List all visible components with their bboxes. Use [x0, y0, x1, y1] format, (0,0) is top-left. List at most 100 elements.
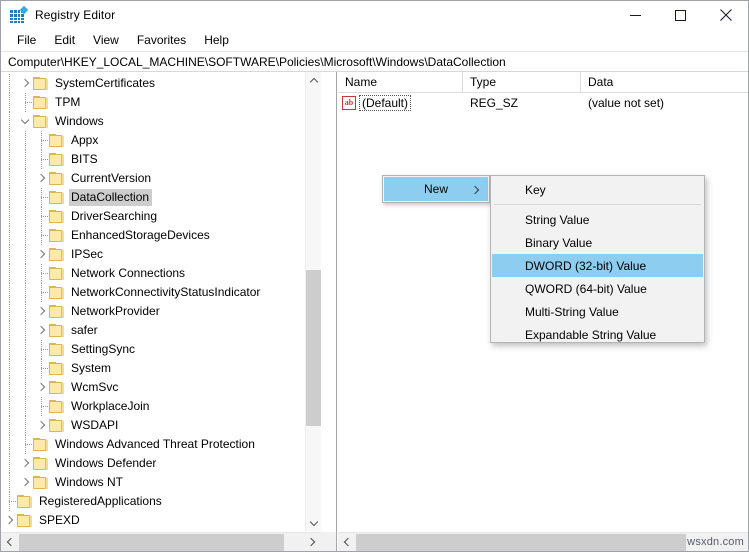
tree-expander[interactable] [1, 511, 17, 530]
tree-expander[interactable] [33, 378, 49, 397]
folder-icon [49, 191, 64, 204]
column-header-name[interactable]: Name [338, 72, 463, 92]
tree-item-networkconnectivitystatusindicator[interactable]: NetworkConnectivityStatusIndicator [1, 283, 321, 302]
tree-item-windows-advanced-threat-protection[interactable]: Windows Advanced Threat Protection [1, 435, 321, 454]
tree-item-appx[interactable]: Appx [1, 131, 321, 150]
tree-scroll-left-button[interactable] [1, 533, 18, 551]
tree-indent-guide [1, 131, 17, 150]
tree-item-network-connections[interactable]: Network Connections [1, 264, 321, 283]
submenu-item-binary-value[interactable]: Binary Value [492, 231, 703, 254]
tree-expander[interactable] [1, 530, 17, 531]
tree-connector [33, 131, 49, 150]
tree-item-tpm[interactable]: TPM [1, 93, 321, 112]
tree-indent-guide [17, 397, 33, 416]
tree-expander[interactable] [17, 454, 33, 473]
column-header-data[interactable]: Data [581, 72, 748, 92]
tree-item-label: DataCollection [69, 189, 153, 206]
tree-item-windows-defender[interactable]: Windows Defender [1, 454, 321, 473]
tree-connector [33, 359, 49, 378]
values-column-header: Name Type Data [338, 72, 748, 93]
tree-horizontal-scrollbar[interactable] [1, 532, 336, 551]
tree-item-registeredapplications[interactable]: RegisteredApplications [1, 492, 321, 511]
tree-scroll-right-button[interactable] [302, 533, 319, 551]
column-header-type[interactable]: Type [463, 72, 581, 92]
values-scroll-left-button[interactable] [338, 533, 355, 551]
tree-item-networkprovider[interactable]: NetworkProvider [1, 302, 321, 321]
tree-expander[interactable] [33, 169, 49, 188]
menu-file[interactable]: File [8, 31, 45, 50]
maximize-button[interactable] [658, 1, 703, 29]
tree-item-label: Windows Defender [55, 456, 157, 470]
tree-expander[interactable] [17, 473, 33, 492]
tree-expander[interactable] [17, 112, 33, 131]
tree-expander[interactable] [33, 416, 49, 435]
tree-expander[interactable] [33, 245, 49, 264]
tree-indent-guide [1, 302, 17, 321]
tree-item-datacollection[interactable]: DataCollection [1, 188, 321, 207]
submenu-item-string-value[interactable]: String Value [492, 208, 703, 231]
watermark: wsxdn.com [687, 536, 744, 548]
chevron-right-icon [21, 79, 30, 88]
tree-item-workplacejoin[interactable]: WorkplaceJoin [1, 397, 321, 416]
chevron-left-icon [343, 538, 351, 546]
tree-expander[interactable] [17, 74, 33, 93]
minimize-button[interactable] [613, 1, 658, 29]
tree-item-windows[interactable]: Windows [1, 112, 321, 131]
submenu-item-multi-string-value[interactable]: Multi-String Value [492, 300, 703, 323]
tree-item-label: RegisteredApplications [39, 494, 162, 508]
tree-indent-guide [1, 435, 17, 454]
tree-item-safer[interactable]: safer [1, 321, 321, 340]
menu-help[interactable]: Help [195, 31, 238, 50]
tree-item-settingsync[interactable]: SettingSync [1, 340, 321, 359]
maximize-icon [675, 9, 686, 21]
tree-connector [1, 492, 17, 511]
tree-item-system[interactable]: System [1, 359, 321, 378]
value-name-cell: ab (Default) [342, 93, 412, 113]
address-bar[interactable]: Computer\HKEY_LOCAL_MACHINE\SOFTWARE\Pol… [1, 51, 748, 72]
submenu-item-qword-64-bit-value[interactable]: QWORD (64-bit) Value [492, 277, 703, 300]
tree-indent-guide [17, 169, 33, 188]
registry-tree: SystemCertificates TPM Windows Appx BITS Curr… [1, 72, 321, 531]
tree-item-currentversion[interactable]: CurrentVersion [1, 169, 321, 188]
menu-separator [494, 204, 701, 205]
tree-item-systweak[interactable]: Systweak [1, 530, 321, 531]
tree-horizontal-scrollbar-thumb[interactable] [19, 534, 284, 551]
tree-scroll-up-button[interactable] [306, 72, 321, 89]
folder-icon [33, 438, 48, 451]
tree-item-label: Appx [71, 133, 99, 147]
tree-item-systemcertificates[interactable]: SystemCertificates [1, 74, 321, 93]
registry-tree-pane: SystemCertificates TPM Windows Appx BITS Curr… [1, 72, 337, 551]
tree-item-label: WSDAPI [71, 418, 119, 432]
folder-icon [33, 457, 48, 470]
tree-scroll-down-button[interactable] [306, 514, 321, 531]
tree-item-bits[interactable]: BITS [1, 150, 321, 169]
submenu-item-key[interactable]: Key [492, 178, 703, 201]
tree-item-spexd[interactable]: SPEXD [1, 511, 321, 530]
menu-view[interactable]: View [84, 31, 128, 50]
chevron-right-icon [21, 478, 30, 487]
menu-favorites[interactable]: Favorites [128, 31, 195, 50]
tree-expander[interactable] [33, 302, 49, 321]
table-row[interactable]: ab (Default) REG_SZ (value not set) [338, 93, 748, 113]
tree-item-enhancedstoragedevices[interactable]: EnhancedStorageDevices [1, 226, 321, 245]
tree-vertical-scrollbar-thumb[interactable] [306, 270, 321, 426]
tree-vertical-scrollbar[interactable] [305, 72, 321, 531]
tree-item-label: TPM [55, 95, 81, 109]
menu-edit[interactable]: Edit [45, 31, 84, 50]
tree-item-wcmsvc[interactable]: WcmSvc [1, 378, 321, 397]
tree-item-ipsec[interactable]: IPSec [1, 245, 321, 264]
context-menu-item-new[interactable]: New [384, 177, 488, 201]
close-button[interactable] [703, 1, 748, 29]
tree-item-label: BITS [71, 152, 98, 166]
tree-connector [33, 340, 49, 359]
tree-expander[interactable] [33, 321, 49, 340]
tree-item-driversearching[interactable]: DriverSearching [1, 207, 321, 226]
tree-indent-guide [1, 150, 17, 169]
tree-indent-guide [17, 226, 33, 245]
tree-item-wsdapi[interactable]: WSDAPI [1, 416, 321, 435]
tree-item-windows-nt[interactable]: Windows NT [1, 473, 321, 492]
submenu-item-dword-32-bit-value[interactable]: DWORD (32-bit) Value [492, 254, 703, 277]
folder-icon [17, 514, 32, 527]
values-horizontal-scrollbar-thumb[interactable] [356, 534, 686, 551]
submenu-item-expandable-string-value[interactable]: Expandable String Value [492, 323, 703, 346]
